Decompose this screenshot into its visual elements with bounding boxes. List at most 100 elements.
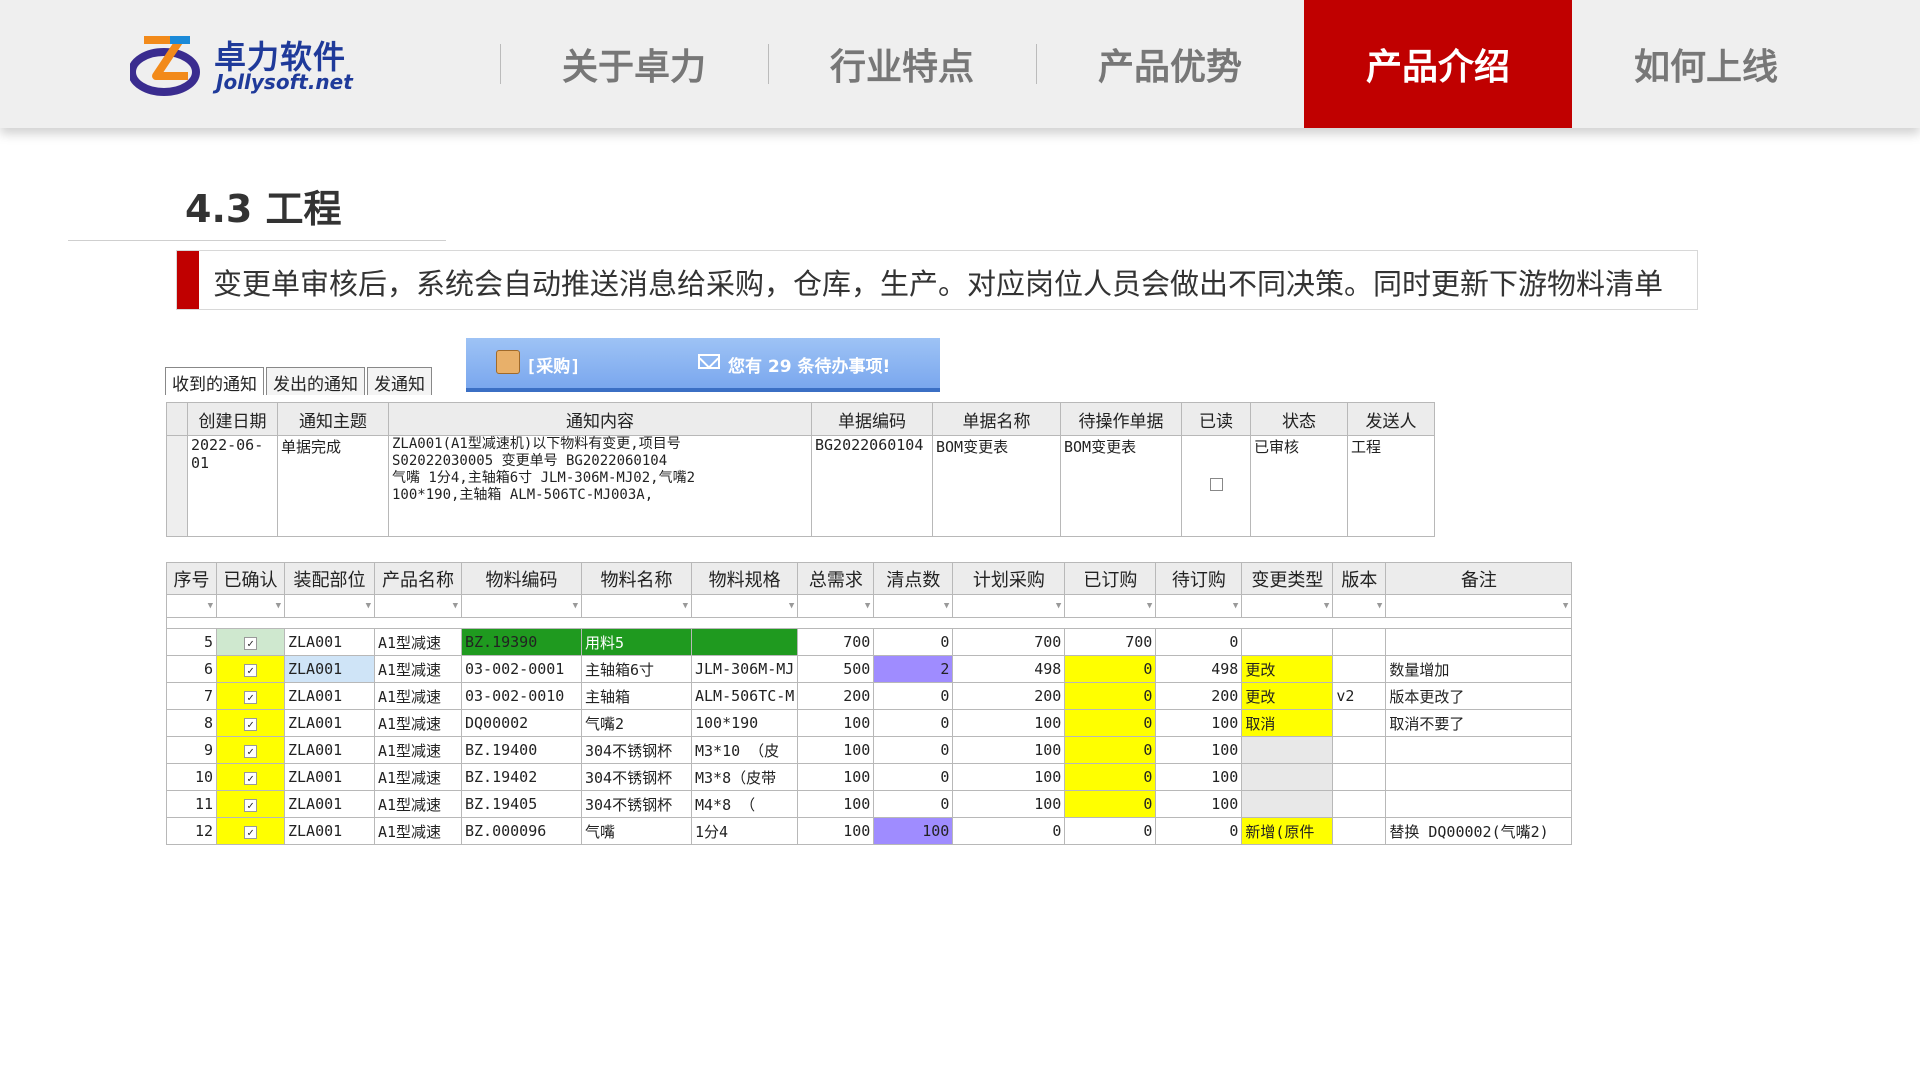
cell-product[interactable]: A1型减速 — [374, 790, 462, 818]
filter-dropdown-icon[interactable]: ▼ — [1377, 601, 1382, 611]
cell-plan[interactable]: 0 — [952, 817, 1066, 845]
filter-dropdown-icon[interactable]: ▼ — [276, 601, 281, 611]
cell-confirm[interactable]: ✓ — [216, 628, 285, 656]
cell-confirm[interactable]: ✓ — [216, 817, 285, 845]
cell-pending[interactable]: 0 — [1155, 817, 1243, 845]
column-header[interactable]: 产品名称 — [374, 562, 462, 595]
column-header[interactable]: 创建日期 — [187, 402, 278, 436]
filter-cell[interactable]: ▼ — [1241, 594, 1334, 618]
cell-change[interactable]: 新增(原件 — [1241, 817, 1334, 845]
cell-ordered[interactable]: 0 — [1064, 655, 1157, 683]
filter-dropdown-icon[interactable]: ▼ — [1324, 601, 1329, 611]
column-header[interactable]: 发送人 — [1347, 402, 1435, 436]
nav-item-industry[interactable]: 行业特点 — [768, 0, 1036, 128]
cell-subject[interactable]: 单据完成 — [277, 435, 389, 537]
cell-ordered[interactable]: 700 — [1064, 628, 1157, 656]
cell-product[interactable]: A1型减速 — [374, 628, 462, 656]
confirm-checkbox[interactable]: ✓ — [244, 718, 257, 731]
cell-name[interactable]: 气嘴 — [581, 817, 692, 845]
cell-product[interactable]: A1型减速 — [374, 709, 462, 737]
cell-code[interactable]: BZ.19400 — [461, 736, 582, 764]
cell-change[interactable] — [1241, 763, 1334, 791]
cell-count[interactable]: 0 — [873, 709, 954, 737]
cell-count[interactable]: 0 — [873, 736, 954, 764]
filter-dropdown-icon[interactable]: ▼ — [683, 601, 688, 611]
cell-code[interactable]: BZ.19405 — [461, 790, 582, 818]
cell-total[interactable]: 100 — [797, 709, 875, 737]
cell-note[interactable]: 数量增加 — [1385, 655, 1573, 683]
cell-ordered[interactable]: 0 — [1064, 736, 1157, 764]
cell-ver[interactable] — [1332, 709, 1387, 737]
read-checkbox[interactable] — [1209, 478, 1223, 491]
cell-total[interactable]: 100 — [797, 736, 875, 764]
cell-code[interactable]: BZ.19390 — [461, 628, 582, 656]
cell-code[interactable]: BZ.19402 — [461, 763, 582, 791]
cell-spec[interactable]: 1分4 — [690, 817, 799, 845]
cell-product[interactable]: A1型减速 — [374, 763, 462, 791]
filter-cell[interactable]: ▼ — [1332, 594, 1387, 618]
column-header[interactable]: 变更类型 — [1241, 562, 1334, 595]
table-row[interactable]: 6 ✓ ZLA001 A1型减速 03-002-0001 主轴箱6寸 JLM-306M-MJ… — [166, 655, 1573, 683]
column-header[interactable]: 物料编码 — [461, 562, 582, 595]
filter-dropdown-icon[interactable]: ▼ — [865, 601, 870, 611]
cell-product[interactable]: A1型减速 — [374, 682, 462, 710]
cell-pending[interactable]: 100 — [1155, 763, 1243, 791]
cell-pending[interactable]: 200 — [1155, 682, 1243, 710]
column-header[interactable]: 序号 — [166, 562, 217, 595]
cell-note[interactable]: 版本更改了 — [1385, 682, 1573, 710]
filter-cell[interactable]: ▼ — [1155, 594, 1243, 618]
filter-dropdown-icon[interactable]: ▼ — [453, 601, 458, 611]
cell-spec[interactable]: M3*8（皮带 — [690, 763, 799, 791]
cell-confirm[interactable]: ✓ — [216, 682, 285, 710]
filter-dropdown-icon[interactable]: ▼ — [944, 601, 949, 611]
cell-plan[interactable]: 700 — [952, 628, 1066, 656]
cell-change[interactable]: 更改 — [1241, 655, 1334, 683]
table-row[interactable]: 2022-06-01 单据完成 ZLA001(A1型减速机)以下物料有变更,项目… — [166, 435, 1435, 537]
filter-cell[interactable]: ▼ — [1064, 594, 1157, 618]
confirm-checkbox[interactable]: ✓ — [244, 826, 257, 839]
cell-spec[interactable]: ALM-506TC-M — [690, 682, 799, 710]
todo-banner[interactable]: [采购] 您有 29 条待办事项! — [466, 338, 940, 392]
cell-name[interactable]: 主轴箱6寸 — [581, 655, 692, 683]
cell-code[interactable]: 03-002-0001 — [461, 655, 582, 683]
filter-dropdown-icon[interactable]: ▼ — [208, 601, 213, 611]
cell-name[interactable]: 304不锈钢杯 — [581, 763, 692, 791]
column-header[interactable]: 状态 — [1250, 402, 1348, 436]
cell-ver[interactable] — [1332, 628, 1387, 656]
filter-dropdown-icon[interactable]: ▼ — [573, 601, 578, 611]
cell-total[interactable]: 100 — [797, 790, 875, 818]
column-header[interactable]: 已确认 — [216, 562, 285, 595]
cell-ver[interactable] — [1332, 655, 1387, 683]
cell-ver[interactable]: v2 — [1332, 682, 1387, 710]
cell-spec[interactable] — [690, 628, 799, 656]
confirm-checkbox[interactable]: ✓ — [244, 691, 257, 704]
filter-dropdown-icon[interactable]: ▼ — [1233, 601, 1238, 611]
cell-plan[interactable]: 498 — [952, 655, 1066, 683]
cell-spec[interactable]: 100*190 — [690, 709, 799, 737]
column-header[interactable]: 装配部位 — [284, 562, 375, 595]
cell-seq[interactable]: 11 — [166, 790, 217, 818]
filter-dropdown-icon[interactable]: ▼ — [1563, 601, 1568, 611]
cell-part[interactable]: ZLA001 — [284, 736, 375, 764]
table-row[interactable]: 11 ✓ ZLA001 A1型减速 BZ.19405 304不锈钢杯 M4*8 （100 0 1… — [166, 790, 1573, 818]
tab-received[interactable]: 收到的通知 — [165, 367, 264, 395]
cell-plan[interactable]: 100 — [952, 790, 1066, 818]
cell-confirm[interactable]: ✓ — [216, 763, 285, 791]
cell-pending[interactable]: 100 — [1155, 790, 1243, 818]
cell-count[interactable]: 0 — [873, 790, 954, 818]
column-header[interactable]: 已读 — [1181, 402, 1251, 436]
cell-ver[interactable] — [1332, 790, 1387, 818]
cell-product[interactable]: A1型减速 — [374, 655, 462, 683]
cell-seq[interactable]: 7 — [166, 682, 217, 710]
column-header[interactable]: 已订购 — [1064, 562, 1157, 595]
column-header[interactable]: 总需求 — [797, 562, 875, 595]
cell-name[interactable]: 304不锈钢杯 — [581, 736, 692, 764]
cell-pending[interactable]: 0 — [1155, 628, 1243, 656]
tab-sent[interactable]: 发出的通知 — [266, 367, 365, 395]
cell-count[interactable]: 0 — [873, 763, 954, 791]
cell-total[interactable]: 100 — [797, 763, 875, 791]
cell-total[interactable]: 200 — [797, 682, 875, 710]
filter-cell[interactable]: ▼ — [690, 594, 799, 618]
table-row[interactable]: 10 ✓ ZLA001 A1型减速 BZ.19402 304不锈钢杯 M3*8（皮带 100 0… — [166, 763, 1573, 791]
tab-send-notice[interactable]: 发通知 — [367, 367, 432, 395]
